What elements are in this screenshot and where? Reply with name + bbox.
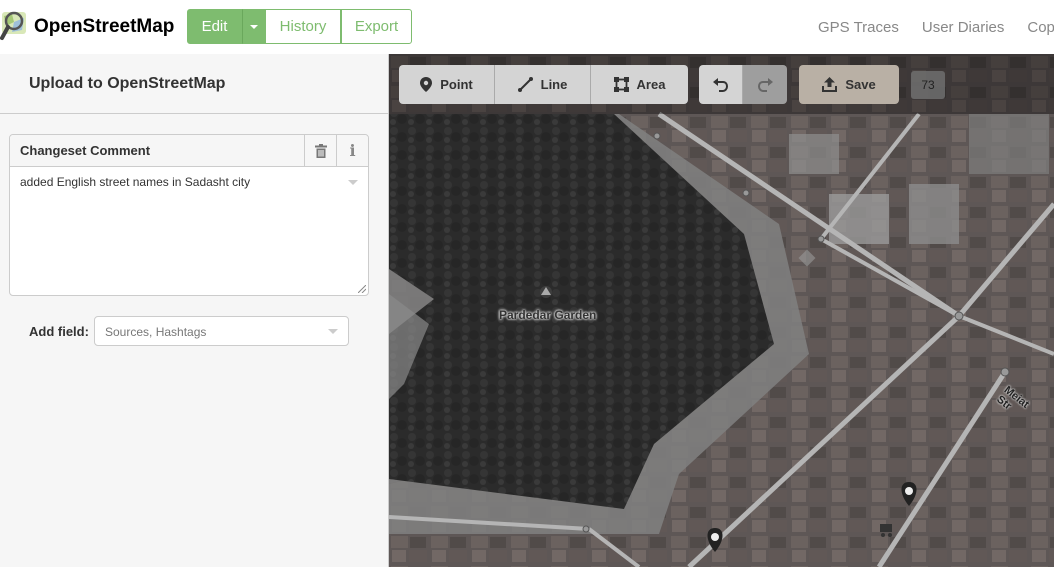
sidebar-header: Upload to OpenStreetMap [0,54,388,114]
remove-field-button[interactable] [304,135,336,166]
export-button[interactable]: Export [341,9,412,44]
point-label: Point [440,77,473,92]
changeset-comment-value: added English street names in Sadasht ci… [20,175,251,189]
map-canvas[interactable]: Pardedar Garden Meiat Str Point Line Are… [389,54,1054,567]
changeset-comment-label-bar: Changeset Comment i [10,135,368,167]
redo-icon [757,77,773,92]
info-icon: i [349,141,356,160]
changeset-comment-field: Changeset Comment i added English street… [9,134,369,296]
undo-button[interactable] [699,65,743,104]
combo-caret-icon [348,180,358,185]
edit-dropdown-button[interactable] [242,9,266,44]
line-icon [517,77,533,92]
changeset-comment-label: Changeset Comment [20,143,151,158]
history-button[interactable]: History [266,9,341,44]
area-label: Area [636,77,666,92]
add-line-button[interactable]: Line [495,65,591,104]
area-icon [613,77,629,92]
chevron-down-icon [328,329,338,334]
copyright-link[interactable]: Copyrigh [1027,19,1054,36]
point-icon [420,77,433,92]
add-field-input[interactable]: Sources, Hashtags [94,316,349,346]
brand-name[interactable]: OpenStreetMap [34,16,174,38]
osm-logo-icon[interactable] [0,8,32,42]
garden-label[interactable]: Pardedar Garden [499,308,596,322]
add-feature-group: Point Line Area [399,65,688,104]
undo-redo-group [699,65,787,104]
edit-button[interactable]: Edit [187,9,242,44]
sidebar-title: Upload to OpenStreetMap [29,74,226,92]
save-label: Save [845,77,876,92]
redo-button[interactable] [743,65,787,104]
field-info-button[interactable]: i [336,135,368,166]
top-nav: OpenStreetMap Edit History Export GPS Tr… [0,0,1054,54]
satellite-imagery [389,54,1054,567]
add-field-placeholder: Sources, Hashtags [105,325,207,339]
caret-down-icon [250,24,258,29]
gps-traces-link[interactable]: GPS Traces [818,19,899,36]
edit-button-group: Edit History Export [187,9,412,44]
upload-icon [822,77,838,92]
user-diaries-link[interactable]: User Diaries [922,19,1005,36]
undo-icon [713,77,728,92]
add-point-button[interactable]: Point [399,65,495,104]
add-field-label: Add field: [29,324,89,339]
add-area-button[interactable]: Area [591,65,688,104]
changeset-comment-input[interactable]: added English street names in Sadasht ci… [10,167,368,295]
line-label: Line [540,77,568,92]
resize-grip-icon[interactable] [358,285,366,293]
edit-count-badge: 73 [911,71,945,99]
garden-icon[interactable] [540,286,552,298]
trash-icon [314,143,327,158]
save-button[interactable]: Save [799,65,899,104]
secondary-nav: GPS Traces User Diaries Copyrigh [818,19,1054,36]
sidebar: Upload to OpenStreetMap Changeset Commen… [0,54,389,567]
